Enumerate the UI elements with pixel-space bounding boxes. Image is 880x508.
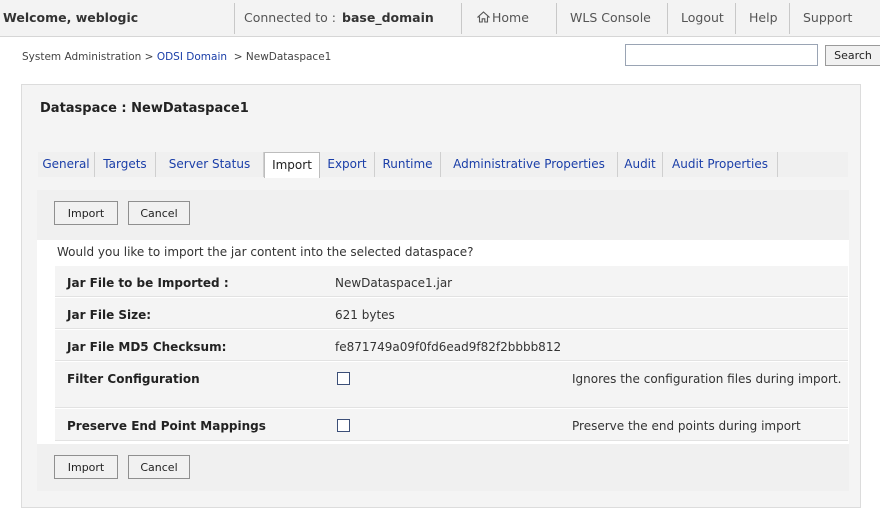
jar-checksum-row: Jar File MD5 Checksum: fe871749a09f0fd6e… xyxy=(55,330,848,361)
search-input[interactable] xyxy=(625,44,818,66)
preserve-endpoints-row: Preserve End Point Mappings Preserve the… xyxy=(55,409,848,441)
jar-checksum-value: fe871749a09f0fd6ead9f82f2bbbb812 xyxy=(335,340,562,354)
home-link-label: Home xyxy=(492,10,529,25)
filter-configuration-row: Filter Configuration Ignores the configu… xyxy=(55,362,848,408)
jar-size-label: Jar File Size: xyxy=(67,308,152,322)
breadcrumb-current: NewDataspace1 xyxy=(245,51,332,63)
breadcrumb-separator: > xyxy=(144,51,154,63)
filter-configuration-checkbox[interactable] xyxy=(337,372,350,385)
jar-file-value: NewDataspace1.jar xyxy=(335,276,453,290)
tab-audit[interactable]: Audit xyxy=(618,152,663,177)
tab-general[interactable]: General xyxy=(38,152,95,177)
connected-label: Connected to : xyxy=(244,10,337,25)
tab-audit-properties[interactable]: Audit Properties xyxy=(663,152,778,177)
divider xyxy=(789,3,790,34)
jar-file-label: Jar File to be Imported : xyxy=(67,276,229,290)
import-form: Import Cancel Would you like to import t… xyxy=(37,190,849,491)
import-button[interactable]: Import xyxy=(54,201,118,225)
divider xyxy=(461,3,462,34)
home-link[interactable]: Home xyxy=(477,10,529,25)
top-button-row: Import Cancel xyxy=(37,190,849,240)
breadcrumb-odsi-domain-link[interactable]: ODSI Domain xyxy=(157,51,227,63)
tab-bar: General Targets Server Status Import Exp… xyxy=(38,152,848,178)
tab-export[interactable]: Export xyxy=(320,152,375,177)
preserve-endpoints-description: Preserve the end points during import xyxy=(572,419,801,433)
tab-server-status[interactable]: Server Status xyxy=(156,152,264,177)
divider xyxy=(556,3,557,34)
filter-configuration-description: Ignores the configuration files during i… xyxy=(572,372,842,386)
breadcrumb-root: System Administration xyxy=(22,51,142,63)
top-bar: Welcome, weblogic Connected to : base_dom… xyxy=(0,0,880,37)
jar-checksum-label: Jar File MD5 Checksum: xyxy=(67,340,227,354)
welcome-text: Welcome, weblogic xyxy=(3,10,139,25)
breadcrumb-separator: > xyxy=(233,51,243,63)
import-question: Would you like to import the jar content… xyxy=(57,245,474,259)
divider xyxy=(667,3,668,34)
search-button[interactable]: Search xyxy=(825,45,880,66)
jar-size-row: Jar File Size: 621 bytes xyxy=(55,298,848,329)
tab-targets[interactable]: Targets xyxy=(95,152,156,177)
jar-file-row: Jar File to be Imported : NewDataspace1.… xyxy=(55,266,848,297)
help-link[interactable]: Help xyxy=(749,10,778,25)
preserve-endpoints-label: Preserve End Point Mappings xyxy=(67,419,266,433)
tab-administrative-properties[interactable]: Administrative Properties xyxy=(441,152,618,177)
tab-bar-filler xyxy=(778,152,848,177)
jar-size-value: 621 bytes xyxy=(335,308,395,322)
wls-console-link[interactable]: WLS Console xyxy=(570,10,651,25)
bottom-button-row: Import Cancel xyxy=(37,444,849,491)
divider xyxy=(234,3,235,34)
tab-import[interactable]: Import xyxy=(264,152,320,178)
import-button[interactable]: Import xyxy=(54,455,118,479)
logout-link[interactable]: Logout xyxy=(681,10,724,25)
preserve-endpoints-checkbox[interactable] xyxy=(337,419,350,432)
domain-name: base_domain xyxy=(342,10,434,25)
divider xyxy=(735,3,736,34)
filter-configuration-label: Filter Configuration xyxy=(67,372,200,386)
cancel-button[interactable]: Cancel xyxy=(128,455,190,479)
home-icon xyxy=(477,11,490,23)
breadcrumb: System Administration > ODSI Domain > Ne… xyxy=(22,51,331,63)
cancel-button[interactable]: Cancel xyxy=(128,201,190,225)
page-title: Dataspace : NewDataspace1 xyxy=(40,101,249,116)
tab-runtime[interactable]: Runtime xyxy=(375,152,441,177)
support-link[interactable]: Support xyxy=(803,10,852,25)
connection-status: Connected to : base_domain xyxy=(244,10,434,25)
